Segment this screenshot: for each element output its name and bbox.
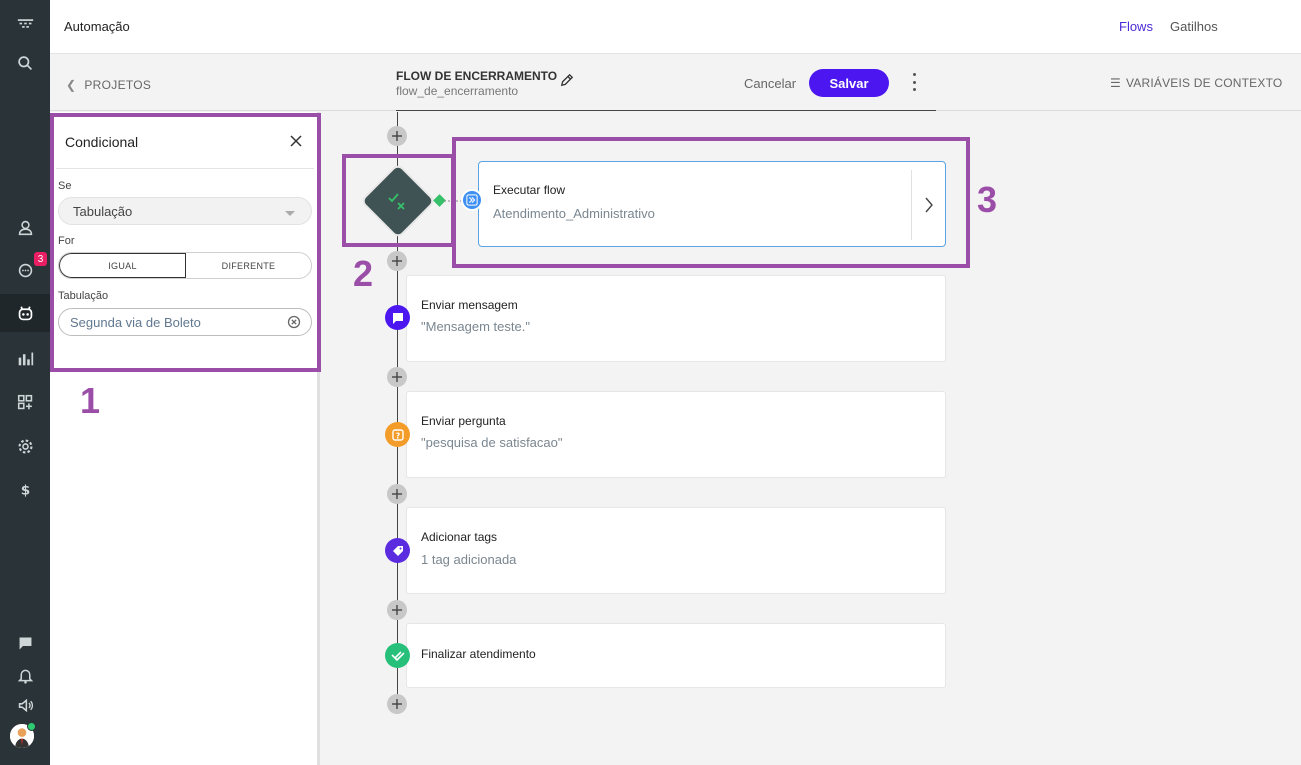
edit-pencil-icon[interactable]: [560, 73, 574, 87]
online-status-dot: [27, 722, 36, 731]
card-subtitle: "Mensagem teste.": [421, 319, 530, 334]
annotation-box-3: [452, 137, 970, 268]
add-step-button[interactable]: [387, 600, 407, 620]
card-title: Adicionar tags: [421, 530, 498, 544]
annotation-box-2: [342, 154, 455, 247]
flow-slug: flow_de_encerramento: [396, 84, 519, 98]
back-to-projects-link[interactable]: ❮ PROJETOS: [66, 78, 151, 92]
automation-bot-icon[interactable]: [0, 294, 50, 332]
card-title: Enviar pergunta: [421, 414, 506, 428]
annotation-number-3: 3: [977, 179, 998, 220]
header-underline: [396, 110, 936, 111]
enviar-pergunta-card[interactable]: Enviar pergunta "pesquisa de satisfacao": [406, 391, 946, 478]
billing-dollar-icon[interactable]: $: [0, 474, 50, 504]
more-options-icon[interactable]: [908, 73, 920, 91]
save-button[interactable]: Salvar: [809, 69, 889, 97]
add-step-button[interactable]: [387, 251, 407, 271]
finalizar-atendimento-card[interactable]: Finalizar atendimento: [406, 623, 946, 688]
reports-icon[interactable]: [0, 343, 50, 373]
logo-icon[interactable]: [0, 8, 50, 38]
announcements-speaker-icon[interactable]: [0, 690, 50, 720]
annotation-box-1: [50, 113, 321, 372]
annotation-number-1: 1: [80, 380, 101, 421]
app-title: Automação: [64, 19, 130, 34]
nav-rail: 3 $: [0, 0, 50, 765]
question-icon: ?: [385, 422, 410, 447]
add-step-button[interactable]: [387, 694, 407, 714]
chevron-left-icon: ❮: [66, 78, 77, 92]
card-title: Enviar mensagem: [421, 298, 518, 312]
flow-name: FLOW DE ENCERRAMENTO: [396, 69, 558, 83]
add-step-button[interactable]: [387, 367, 407, 387]
top-header: Automação Flows Gatilhos: [50, 0, 1301, 54]
settings-gear-icon[interactable]: [0, 431, 50, 461]
adicionar-tags-card[interactable]: Adicionar tags 1 tag adicionada: [406, 507, 946, 594]
search-icon[interactable]: [0, 48, 50, 78]
card-subtitle: 1 tag adicionada: [421, 552, 517, 567]
message-icon: [385, 305, 410, 330]
add-step-button[interactable]: [387, 484, 407, 504]
context-variables-label: VARIÁVEIS DE CONTEXTO: [1125, 76, 1283, 90]
list-icon: ☰: [1110, 76, 1121, 90]
annotation-number-2: 2: [353, 253, 374, 294]
flow-header: ❮ PROJETOS FLOW DE ENCERRAMENTO flow_de_e…: [50, 55, 1301, 111]
nav-link-flows[interactable]: Flows: [1119, 19, 1153, 34]
conversations-badge: 3: [34, 252, 47, 266]
context-variables-button[interactable]: ☰ VARIÁVEIS DE CONTEXTO: [1110, 76, 1282, 90]
back-label: PROJETOS: [84, 78, 152, 92]
connector-line: [397, 230, 398, 700]
notifications-bell-icon[interactable]: [0, 660, 50, 690]
nav-link-gatilhos[interactable]: Gatilhos: [1170, 19, 1218, 34]
contacts-icon[interactable]: [0, 212, 50, 242]
svg-text:$: $: [20, 482, 29, 497]
add-step-button[interactable]: [387, 126, 407, 146]
cancel-button[interactable]: Cancelar: [744, 76, 796, 91]
chat-icon[interactable]: [0, 628, 50, 658]
double-check-icon: [385, 643, 410, 668]
card-subtitle: "pesquisa de satisfacao": [421, 435, 563, 450]
svg-text:?: ?: [395, 431, 400, 440]
card-title: Finalizar atendimento: [421, 647, 536, 661]
apps-icon[interactable]: [0, 387, 50, 417]
enviar-mensagem-card[interactable]: Enviar mensagem "Mensagem teste.": [406, 275, 946, 362]
tag-icon: [385, 538, 410, 563]
